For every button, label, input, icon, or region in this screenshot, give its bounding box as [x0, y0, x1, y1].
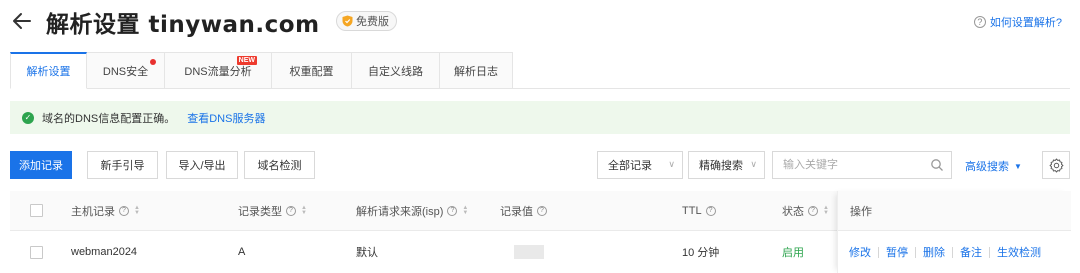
- record-toolbar: 添加记录 新手引导 导入/导出 域名检测 全部记录 ∨ 精确搜索 ∨ 高级搜索 …: [10, 151, 1070, 181]
- tab-label: 解析日志: [454, 65, 498, 78]
- search-box: [772, 151, 952, 179]
- question-icon: ?: [286, 205, 296, 216]
- notification-dot: [150, 59, 156, 65]
- divider: [952, 246, 953, 258]
- back-arrow-icon[interactable]: [10, 9, 34, 33]
- column-settings-button[interactable]: [1042, 151, 1070, 179]
- caret-down-icon: ▼: [1014, 161, 1022, 171]
- tab-dns-settings[interactable]: 解析设置: [10, 52, 87, 89]
- tab-label: 权重配置: [289, 65, 334, 78]
- shield-icon: [342, 15, 353, 27]
- edition-badge-label: 免费版: [356, 16, 389, 28]
- tab-custom-lines[interactable]: 自定义线路: [352, 52, 440, 89]
- beginner-guide-button[interactable]: 新手引导: [87, 151, 158, 179]
- new-badge: NEW: [236, 56, 257, 65]
- divider: [989, 246, 990, 258]
- record-filter-value: 全部记录: [608, 160, 652, 172]
- sort-icon[interactable]: ▲ ▼: [462, 205, 468, 216]
- edit-record-link[interactable]: 修改: [849, 244, 871, 260]
- help-link-label: 如何设置解析?: [989, 17, 1062, 29]
- row-type: A: [238, 246, 246, 258]
- col-status-label: 状态: [782, 205, 804, 218]
- page-header: 解析设置 tinywan.com 免费版 ? 如何设置解析?: [0, 0, 1080, 44]
- row-value-masked: [500, 231, 544, 273]
- row-status: 启用: [782, 247, 804, 259]
- search-mode-value: 精确搜索: [699, 160, 743, 172]
- col-status[interactable]: 状态 ? ▲ ▼: [782, 191, 829, 230]
- delete-record-link[interactable]: 删除: [923, 244, 945, 260]
- row-checkbox[interactable]: [30, 231, 43, 273]
- col-ttl-label: TTL: [682, 204, 702, 217]
- tab-label: DNS安全: [102, 65, 149, 78]
- search-input[interactable]: [773, 152, 923, 178]
- advanced-search-label: 高级搜索: [965, 161, 1009, 173]
- col-isp[interactable]: 解析请求来源(isp) ? ▲ ▼: [356, 191, 468, 230]
- col-ops-label: 操作: [838, 191, 1071, 231]
- question-icon: ?: [447, 205, 458, 216]
- question-icon: ?: [537, 205, 547, 216]
- page-title: 解析设置 tinywan.com: [46, 12, 320, 38]
- col-ttl: TTL ?: [682, 191, 716, 230]
- tab-weight-config[interactable]: 权重配置: [272, 52, 352, 89]
- edition-badge[interactable]: 免费版: [336, 11, 397, 31]
- row-ttl: 10 分钟: [682, 247, 720, 259]
- row-operations: 修改 暂停 删除 备注 生效检测: [838, 231, 1071, 273]
- question-icon: ?: [705, 205, 716, 216]
- remark-record-link[interactable]: 备注: [960, 244, 982, 260]
- advanced-search-link[interactable]: 高级搜索 ▼: [965, 158, 1022, 174]
- row-host: webman2024: [71, 246, 138, 258]
- question-icon: ?: [973, 16, 986, 28]
- row-isp: 默认: [356, 247, 378, 259]
- tab-dns-security[interactable]: DNS安全: [87, 52, 165, 89]
- chevron-down-icon: ∨: [668, 159, 675, 169]
- check-circle-icon: ✓: [22, 111, 34, 124]
- chevron-down-icon: ∨: [750, 159, 757, 169]
- effect-check-link[interactable]: 生效检测: [997, 244, 1041, 260]
- select-all-checkbox[interactable]: [30, 191, 43, 230]
- search-icon[interactable]: [930, 158, 944, 172]
- gear-icon: [1049, 157, 1063, 173]
- col-host-label: 主机记录: [71, 205, 115, 218]
- divider: [878, 246, 879, 258]
- col-type[interactable]: 记录类型 ? ▲ ▼: [238, 191, 307, 230]
- record-filter-select[interactable]: 全部记录 ∨: [597, 151, 683, 179]
- pause-record-link[interactable]: 暂停: [886, 244, 908, 260]
- question-icon: ?: [119, 205, 129, 216]
- domain-check-button[interactable]: 域名检测: [244, 151, 315, 179]
- add-record-button[interactable]: 添加记录: [10, 151, 72, 179]
- tab-label: 解析设置: [26, 66, 71, 78]
- col-host[interactable]: 主机记录 ? ▲ ▼: [71, 191, 140, 230]
- operations-column: 操作 修改 暂停 删除 备注 生效检测: [837, 191, 1071, 273]
- sort-icon[interactable]: ▲ ▼: [823, 205, 829, 216]
- import-export-button[interactable]: 导入/导出: [166, 151, 238, 179]
- alert-text: 域名的DNS信息配置正确。: [42, 112, 176, 125]
- tab-dns-traffic-analysis[interactable]: DNS流量分析 NEW: [165, 52, 272, 89]
- col-value-label: 记录值: [500, 205, 533, 218]
- sort-icon[interactable]: ▲ ▼: [134, 205, 140, 216]
- sort-icon[interactable]: ▲ ▼: [301, 205, 307, 216]
- question-icon: ?: [808, 205, 818, 216]
- help-link[interactable]: ? 如何设置解析?: [973, 14, 1062, 30]
- col-type-label: 记录类型: [238, 205, 282, 218]
- tab-dns-logs[interactable]: 解析日志: [440, 52, 513, 89]
- tab-bar: 解析设置 DNS安全 DNS流量分析 NEW 权重配置 自定义线路 解析日志: [10, 52, 513, 89]
- col-isp-label: 解析请求来源(isp): [356, 205, 444, 218]
- divider: [915, 246, 916, 258]
- search-mode-select[interactable]: 精确搜索 ∨: [688, 151, 765, 179]
- view-dns-servers-link[interactable]: 查看DNS服务器: [187, 110, 265, 126]
- tab-label: 自定义线路: [368, 65, 423, 78]
- dns-status-alert: ✓ 域名的DNS信息配置正确。 查看DNS服务器: [10, 101, 1070, 134]
- col-value: 记录值 ?: [500, 191, 547, 230]
